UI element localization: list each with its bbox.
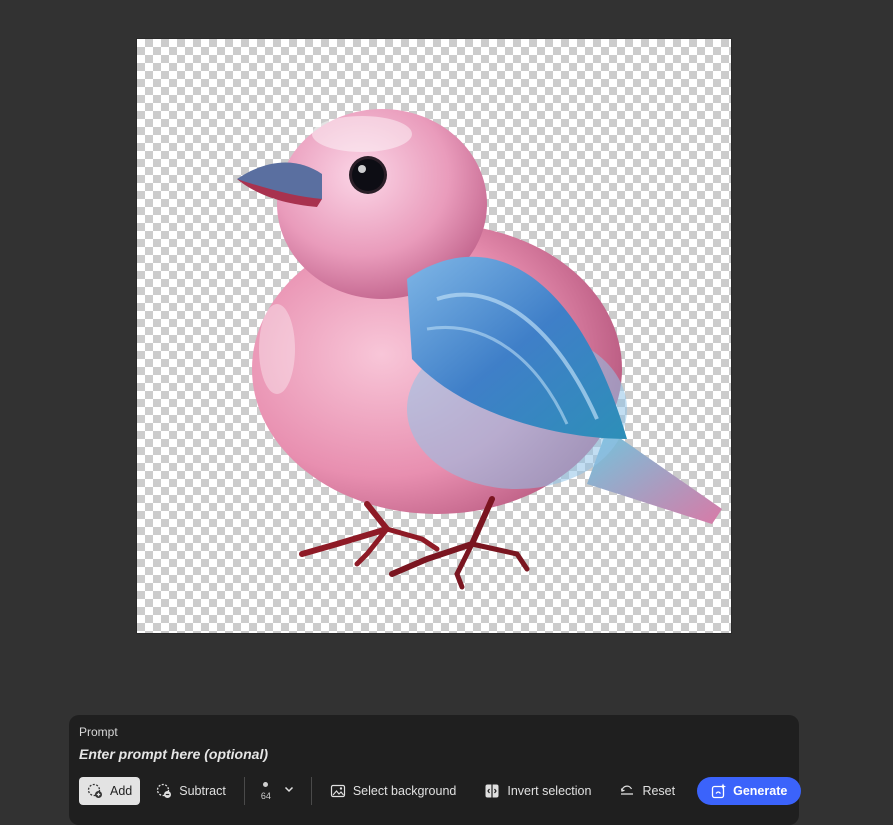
image-icon (330, 783, 346, 799)
subtract-button[interactable]: Subtract (148, 777, 234, 805)
prompt-label: Prompt (79, 725, 118, 739)
prompt-input[interactable] (77, 743, 781, 765)
toolbar-divider (243, 777, 245, 805)
brush-size-value: 64 (260, 790, 271, 801)
brush-size-indicator: 64 (260, 781, 271, 801)
generative-fill-icon (711, 783, 727, 799)
brush-size-dropdown[interactable]: 64 (255, 777, 301, 805)
select-background-button[interactable]: Select background (322, 777, 465, 805)
bird-image (237, 109, 722, 590)
invert-icon (484, 783, 500, 799)
undo-icon (619, 783, 635, 799)
brush-add-icon (87, 783, 103, 799)
reset-button[interactable]: Reset (611, 777, 683, 805)
subtract-label: Subtract (179, 784, 226, 798)
generate-label: Generate (733, 784, 788, 798)
invert-selection-button[interactable]: Invert selection (476, 777, 599, 805)
reset-label: Reset (642, 784, 676, 798)
add-button[interactable]: Add (79, 777, 141, 805)
invert-selection-label: Invert selection (507, 784, 592, 798)
toolbar-divider (310, 777, 312, 805)
generate-button[interactable]: Generate (697, 777, 802, 805)
prompt-panel: Prompt Add Subtract 64 (69, 715, 802, 825)
select-background-label: Select background (352, 784, 457, 798)
add-label: Add (110, 784, 133, 798)
chevron-down-icon (283, 782, 295, 800)
brush-dot-icon (263, 781, 269, 787)
brush-subtract-icon (156, 783, 172, 799)
image-canvas[interactable] (137, 39, 731, 633)
selection-toolbar: Add Subtract 64 Select background Invert… (79, 777, 802, 805)
